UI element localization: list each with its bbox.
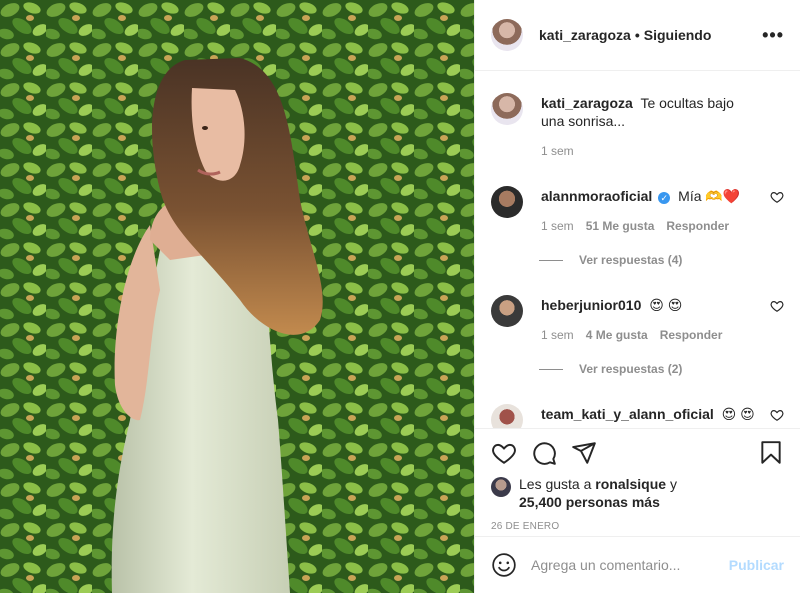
view-replies-label: Ver respuestas (2) — [579, 362, 683, 376]
commenter-avatar[interactable] — [491, 295, 523, 327]
comment-text: alannmoraoficial ✓ Mía 🫶❤️ — [541, 187, 764, 205]
comment-username[interactable]: alannmoraoficial — [541, 188, 652, 204]
author-avatar[interactable] — [491, 19, 523, 51]
like-comment-heart-icon[interactable] — [770, 190, 784, 204]
comment-likes[interactable]: 51 Me gusta — [586, 219, 655, 233]
post-date[interactable]: 26 DE ENERO — [491, 521, 784, 532]
post-photo[interactable] — [0, 0, 474, 593]
caption-row: kati_zaragoza Te ocultas bajo una sonris… — [491, 87, 784, 158]
header-separator: • — [634, 27, 640, 43]
liker-avatar[interactable] — [491, 477, 511, 497]
comment-time[interactable]: 1 sem — [541, 219, 574, 233]
comment-username[interactable]: team_kati_y_alann_oficial — [541, 406, 714, 422]
likes-others[interactable]: 25,400 personas más — [519, 494, 660, 510]
likes-text: Les gusta a ronalsique y 25,400 personas… — [519, 475, 677, 511]
comment-input[interactable] — [531, 557, 729, 573]
caption-username[interactable]: kati_zaragoza — [541, 95, 633, 111]
reply-button[interactable]: Responder — [666, 219, 729, 233]
comment-meta: 1 sem 51 Me gusta Responder — [541, 219, 764, 233]
publish-button[interactable]: Publicar — [729, 557, 784, 573]
following-button[interactable]: Siguiendo — [644, 27, 712, 43]
view-replies-label: Ver respuestas (4) — [579, 253, 683, 267]
replies-divider — [539, 368, 563, 370]
comment-body: Mía 🫶❤️ — [678, 188, 741, 204]
action-bar — [491, 439, 784, 467]
likes-prefix: Les gusta a — [519, 476, 592, 492]
comment-body: 😍 😍 — [721, 406, 755, 422]
comment-body: 😍 😍 — [649, 297, 683, 313]
caption-meta: 1 sem — [541, 144, 784, 158]
comment-row: heberjunior010 😍 😍 1 sem 4 Me gusta Resp… — [491, 289, 784, 342]
post-header: kati_zaragoza • Siguiendo ••• — [475, 0, 800, 71]
likes-conj: y — [669, 476, 677, 492]
comment-meta: 1 sem 4 Me gusta Responder — [541, 328, 722, 342]
commenter-avatar[interactable] — [491, 186, 523, 218]
comment-time[interactable]: 1 sem — [541, 328, 574, 342]
comment-username[interactable]: heberjunior010 — [541, 297, 641, 313]
post-actions: Les gusta a ronalsique y 25,400 personas… — [475, 428, 800, 542]
post-side-panel: kati_zaragoza • Siguiendo ••• kati_zarag… — [474, 0, 800, 593]
caption-time[interactable]: 1 sem — [541, 144, 574, 158]
comments-list[interactable]: kati_zaragoza Te ocultas bajo una sonris… — [475, 71, 800, 428]
likes-summary: Les gusta a ronalsique y 25,400 personas… — [491, 475, 784, 511]
view-replies-button[interactable]: Ver respuestas (2) — [539, 362, 784, 376]
view-replies-button[interactable]: Ver respuestas (4) — [539, 253, 784, 267]
like-heart-icon[interactable] — [491, 440, 517, 466]
comment-row: team_kati_y_alann_oficial 😍 😍 — [491, 398, 784, 428]
comment-text: heberjunior010 😍 😍 — [541, 296, 722, 314]
more-options-icon[interactable]: ••• — [762, 25, 784, 46]
save-bookmark-icon[interactable] — [758, 440, 784, 466]
post-modal: kati_zaragoza • Siguiendo ••• kati_zarag… — [0, 0, 800, 593]
emoji-icon[interactable] — [491, 552, 517, 578]
comment-bubble-icon[interactable] — [531, 440, 557, 466]
caption-text: kati_zaragoza Te ocultas bajo una sonris… — [541, 94, 784, 130]
like-comment-heart-icon[interactable] — [770, 408, 784, 422]
reply-button[interactable]: Responder — [660, 328, 723, 342]
verified-badge-icon: ✓ — [658, 192, 671, 204]
comment-likes[interactable]: 4 Me gusta — [586, 328, 648, 342]
liker-username[interactable]: ronalsique — [595, 476, 666, 492]
replies-divider — [539, 259, 563, 261]
comment-text: team_kati_y_alann_oficial 😍 😍 — [541, 405, 779, 423]
add-comment-bar: Publicar — [475, 536, 800, 593]
commenter-avatar[interactable] — [491, 404, 523, 428]
post-image — [0, 0, 474, 593]
caption-avatar[interactable] — [491, 93, 523, 125]
comment-row: alannmoraoficial ✓ Mía 🫶❤️ 1 sem 51 Me gu… — [491, 180, 784, 233]
like-comment-heart-icon[interactable] — [770, 299, 784, 313]
author-username[interactable]: kati_zaragoza — [539, 27, 631, 43]
share-paper-plane-icon[interactable] — [571, 440, 597, 466]
